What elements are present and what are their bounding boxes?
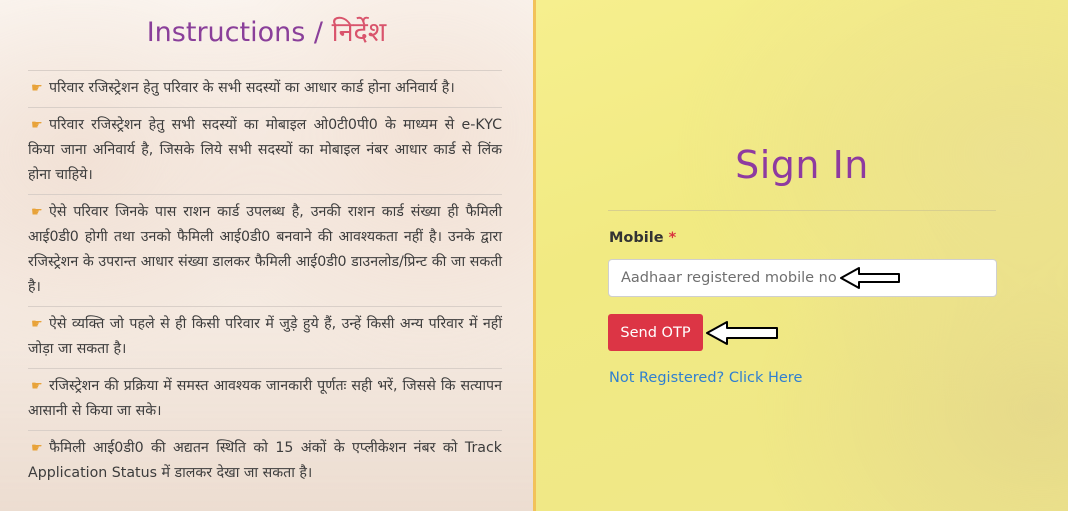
instructions-title-english: Instructions / — [146, 17, 323, 48]
pointing-hand-icon: ☛ — [31, 441, 43, 456]
send-otp-button[interactable]: Send OTP — [608, 314, 703, 351]
instructions-title-hindi: निर्देश — [331, 17, 387, 48]
register-link[interactable]: Not Registered? Click Here — [609, 370, 802, 386]
instructions-panel: Instructions / निर्देश ☛ परिवार रजिस्ट्रे… — [0, 0, 533, 511]
pointing-hand-icon: ☛ — [31, 118, 43, 133]
pointing-hand-icon: ☛ — [31, 81, 43, 96]
signin-divider — [608, 210, 996, 211]
instructions-list: ☛ परिवार रजिस्ट्रेशन हेतु परिवार के सभी स… — [28, 70, 502, 492]
instruction-text: फैमिली आई0डी0 की अद्यतन स्थिति को 15 अंक… — [28, 440, 502, 481]
list-item: ☛ फैमिली आई0डी0 की अद्यतन स्थिति को 15 अं… — [28, 430, 502, 492]
instruction-text: परिवार रजिस्ट्रेशन हेतु परिवार के सभी सद… — [49, 80, 455, 96]
page: Instructions / निर्देश ☛ परिवार रजिस्ट्रे… — [0, 0, 1068, 511]
background-image — [536, 0, 1068, 511]
signin-title: Sign In — [735, 143, 869, 187]
list-item: ☛ परिवार रजिस्ट्रेशन हेतु परिवार के सभी स… — [28, 70, 502, 107]
mobile-input[interactable] — [608, 259, 997, 297]
mobile-label: Mobile * — [609, 230, 676, 246]
pointing-hand-icon: ☛ — [31, 317, 43, 332]
pointing-hand-icon: ☛ — [31, 379, 43, 394]
list-item: ☛ ऐसे परिवार जिनके पास राशन कार्ड उपलब्ध … — [28, 194, 502, 306]
mobile-label-text: Mobile — [609, 230, 664, 246]
instruction-text: ऐसे परिवार जिनके पास राशन कार्ड उपलब्ध ह… — [28, 204, 502, 295]
arrow-left-icon — [840, 267, 900, 289]
instructions-title: Instructions / निर्देश — [0, 12, 533, 49]
list-item: ☛ रजिस्ट्रेशन की प्रक्रिया में समस्त आवश्… — [28, 368, 502, 430]
instruction-text: ऐसे व्यक्ति जो पहले से ही किसी परिवार मे… — [28, 316, 502, 357]
pointing-hand-icon: ☛ — [31, 205, 43, 220]
required-mark: * — [668, 230, 677, 246]
list-item: ☛ ऐसे व्यक्ति जो पहले से ही किसी परिवार म… — [28, 306, 502, 368]
signin-panel: Sign In Mobile * Send OTP Not Registered… — [536, 0, 1068, 511]
instruction-text: रजिस्ट्रेशन की प्रक्रिया में समस्त आवश्य… — [28, 378, 502, 419]
instruction-text: परिवार रजिस्ट्रेशन हेतु सभी सदस्यों का म… — [28, 117, 502, 183]
list-item: ☛ परिवार रजिस्ट्रेशन हेतु सभी सदस्यों का … — [28, 107, 502, 194]
arrow-left-icon — [706, 321, 778, 345]
